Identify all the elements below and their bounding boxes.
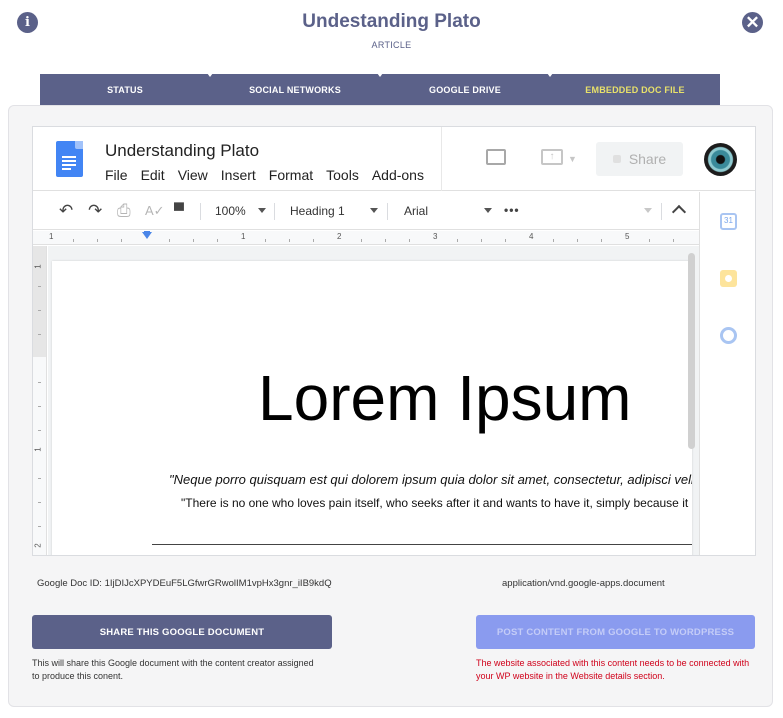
tab-status[interactable]: STATUS: [40, 74, 210, 105]
chevron-down-icon[interactable]: [370, 208, 378, 213]
tab-bar: STATUS SOCIAL NETWORKS GOOGLE DRIVE EMBE…: [40, 73, 720, 105]
menu-tools[interactable]: Tools: [326, 167, 359, 183]
side-panel: 31: [699, 192, 755, 555]
doc-share-button[interactable]: Share: [596, 142, 683, 176]
google-doc-id: Google Doc ID: 1IjDIJcXPYDEuF5LGfwrGRwol…: [37, 578, 332, 589]
doc-menu-bar: File Edit View Insert Format Tools Add-o…: [105, 167, 424, 183]
comment-icon[interactable]: [486, 149, 506, 165]
horizontal-ruler[interactable]: 1 1 2 3 4 5: [33, 231, 699, 245]
doc-canvas[interactable]: Lorem Ipsum "Neque porro quisquam est qu…: [48, 246, 699, 555]
keep-icon[interactable]: [720, 270, 737, 287]
calendar-icon[interactable]: 31: [720, 213, 737, 230]
menu-insert[interactable]: Insert: [221, 167, 256, 183]
header-divider: [441, 127, 442, 191]
menu-view[interactable]: View: [178, 167, 208, 183]
spellcheck-icon[interactable]: A✓: [145, 203, 165, 219]
doc-scrollbar[interactable]: [688, 253, 695, 449]
more-icon[interactable]: •••: [504, 203, 520, 217]
doc-page[interactable]: Lorem Ipsum "Neque porro quisquam est qu…: [52, 261, 692, 555]
chevron-down-icon[interactable]: [484, 208, 492, 213]
close-icon[interactable]: ✕: [742, 12, 763, 33]
doc-share-label: Share: [628, 151, 667, 167]
vertical-ruler[interactable]: 1 1 2: [33, 246, 47, 555]
menu-format[interactable]: Format: [269, 167, 313, 183]
lock-icon: [612, 155, 621, 163]
redo-icon[interactable]: ↷: [88, 201, 102, 221]
modal: i Undestanding Plato ARTICLE ✕ STATUS SO…: [0, 0, 783, 718]
menu-file[interactable]: File: [105, 167, 128, 183]
embedded-google-doc[interactable]: Understanding Plato File Edit View Inser…: [32, 126, 756, 556]
share-note: This will share this Google document wit…: [32, 658, 314, 681]
doc-title[interactable]: Understanding Plato: [105, 141, 259, 161]
indent-marker[interactable]: [142, 232, 152, 239]
present-icon[interactable]: ↑: [541, 149, 563, 165]
chevron-down-icon[interactable]: [644, 208, 652, 213]
avatar[interactable]: [704, 143, 737, 176]
tasks-icon[interactable]: [720, 327, 737, 344]
indent-bar[interactable]: [144, 231, 150, 233]
post-error-note: The website associated with this content…: [476, 658, 750, 681]
doc-quote-latin[interactable]: "Neque porro quisquam est qui dolorem ip…: [169, 472, 692, 487]
chevron-down-icon[interactable]: ▼: [568, 154, 577, 164]
paint-format-icon[interactable]: ▀: [174, 202, 184, 218]
paragraph-style-select[interactable]: Heading 1: [290, 204, 345, 218]
doc-toolbar: ↶ ↷ ⎙ A✓ ▀ 100% Heading 1 Arial •••: [33, 192, 699, 230]
share-google-document-button[interactable]: SHARE THIS GOOGLE DOCUMENT: [32, 615, 332, 649]
chevron-down-icon[interactable]: [258, 208, 266, 213]
undo-icon[interactable]: ↶: [59, 201, 73, 221]
doc-header: Understanding Plato File Edit View Inser…: [33, 127, 755, 191]
tab-embedded-doc-file[interactable]: EMBEDDED DOC FILE: [547, 73, 720, 105]
page-title: Undestanding Plato: [302, 11, 481, 32]
tab-social-networks[interactable]: SOCIAL NETWORKS: [207, 73, 380, 105]
page-subtitle: ARTICLE: [371, 40, 412, 50]
menu-edit[interactable]: Edit: [141, 167, 165, 183]
doc-quote-english[interactable]: "There is no one who loves pain itself, …: [181, 496, 692, 510]
zoom-select[interactable]: 100%: [215, 204, 246, 218]
print-icon[interactable]: ⎙: [117, 201, 131, 221]
menu-add-ons[interactable]: Add-ons: [372, 167, 424, 183]
post-to-wordpress-button[interactable]: POST CONTENT FROM GOOGLE TO WORDPRESS: [476, 615, 755, 649]
mime-type: application/vnd.google-apps.document: [502, 578, 665, 589]
tab-google-drive[interactable]: GOOGLE DRIVE: [377, 73, 550, 105]
google-docs-logo-icon[interactable]: [56, 141, 83, 177]
doc-heading[interactable]: Lorem Ipsum: [258, 361, 631, 435]
font-select[interactable]: Arial: [404, 204, 428, 218]
horizontal-rule: [152, 544, 692, 545]
